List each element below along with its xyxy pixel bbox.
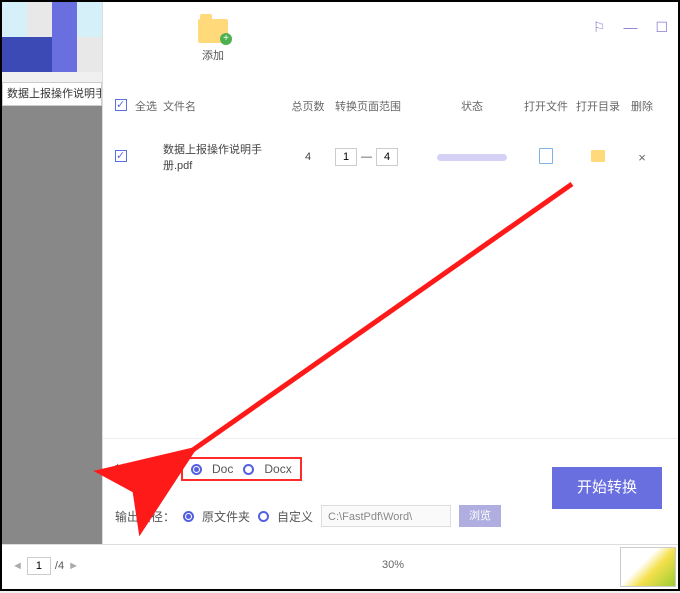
header-select-all: 全选: [135, 98, 161, 114]
row-checkbox[interactable]: [115, 150, 127, 162]
output-custom-label: 自定义: [277, 508, 313, 525]
header-open-dir: 打开目录: [573, 98, 623, 114]
row-pages: 4: [281, 151, 335, 163]
page-prev-icon[interactable]: ◄: [12, 560, 23, 572]
sidebar-preview-area: [2, 106, 102, 548]
format-docx-radio[interactable]: [243, 464, 254, 475]
add-file-label: 添加: [198, 47, 228, 63]
toolbar: + 添加 ⚐ — ☐: [103, 14, 678, 82]
page-total: /4: [55, 560, 64, 572]
bottom-panel: 转化格式： Doc Docx 输出路径： 原文件夹 自定义 C:\FastPdf…: [103, 438, 678, 548]
main-panel: + 添加 ⚐ — ☐ 全选 文件名 总页数 转换页面范围 状态 打开文件 打开目…: [102, 2, 678, 548]
header-delete: 删除: [623, 98, 661, 114]
folder-plus-icon: +: [198, 19, 228, 43]
window-controls: ⚐ — ☐: [593, 19, 668, 36]
sidebar-document-tab[interactable]: 数据上报操作说明手册.p: [2, 82, 102, 106]
format-radio-group: Doc Docx: [181, 457, 302, 481]
status-strip: ◄ /4 ► 30%: [2, 544, 678, 589]
row-progress-bar: [437, 154, 507, 161]
format-row: 转化格式： Doc Docx: [115, 457, 302, 481]
output-row: 输出路径： 原文件夹 自定义 C:\FastPdf\Word\ 浏览: [115, 505, 518, 527]
format-doc-label: Doc: [212, 462, 233, 476]
open-file-icon[interactable]: [539, 148, 553, 164]
range-from-input[interactable]: [335, 148, 357, 166]
format-label: 转化格式：: [115, 461, 175, 478]
start-convert-button[interactable]: 开始转换: [552, 467, 662, 509]
range-dash: —: [361, 151, 372, 163]
page-next-icon[interactable]: ►: [68, 560, 79, 572]
page-current-input[interactable]: [27, 557, 51, 575]
output-source-radio[interactable]: [183, 511, 194, 522]
delete-row-icon[interactable]: ×: [638, 150, 646, 165]
open-folder-icon[interactable]: [591, 150, 605, 162]
table-row: 数据上报操作说明手册.pdf 4 — ×: [103, 142, 678, 172]
header-pages: 总页数: [281, 98, 335, 114]
table-header: 全选 文件名 总页数 转换页面范围 状态 打开文件 打开目录 删除: [103, 92, 678, 120]
minimize-icon[interactable]: —: [623, 19, 637, 36]
header-range: 转换页面范围: [335, 98, 425, 114]
header-filename: 文件名: [161, 98, 281, 114]
add-file-button[interactable]: + 添加: [198, 19, 228, 63]
output-path-input[interactable]: C:\FastPdf\Word\: [321, 505, 451, 527]
header-open-file: 打开文件: [519, 98, 573, 114]
output-label: 输出路径：: [115, 508, 175, 525]
row-filename: 数据上报操作说明手册.pdf: [161, 141, 281, 173]
feedback-icon[interactable]: ⚐: [593, 19, 606, 36]
page-navigator: ◄ /4 ►: [12, 557, 79, 575]
maximize-icon[interactable]: ☐: [655, 19, 668, 36]
select-all-checkbox[interactable]: [115, 99, 127, 111]
format-docx-label: Docx: [264, 462, 291, 476]
range-to-input[interactable]: [376, 148, 398, 166]
header-status: 状态: [425, 98, 519, 114]
output-custom-radio[interactable]: [258, 511, 269, 522]
zoom-level: 30%: [382, 559, 404, 571]
format-doc-radio[interactable]: [191, 464, 202, 475]
output-source-label: 原文件夹: [202, 508, 250, 525]
browse-button[interactable]: 浏览: [459, 505, 501, 527]
row-range: —: [335, 148, 425, 166]
app-logo-tiles: [2, 2, 102, 72]
thumbnail-image: [620, 547, 676, 587]
